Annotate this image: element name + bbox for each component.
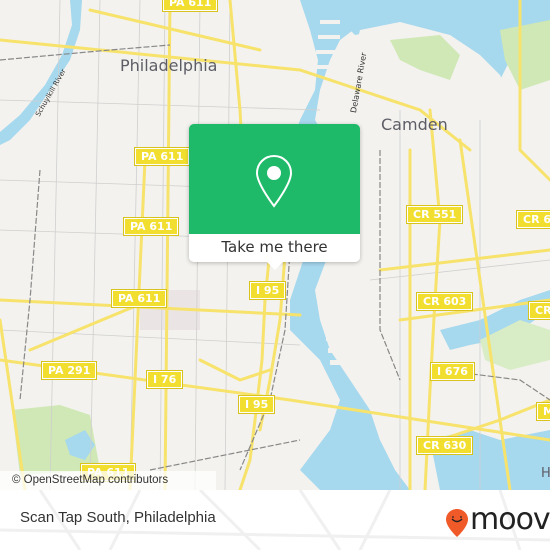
road-shield-i95: I 95 [248,281,287,300]
city-label-philadelphia: Philadelphia [120,56,218,75]
park-area [500,20,550,90]
map-pin-icon [255,154,293,208]
road-shield-pa611: PA 611 [161,0,219,12]
map-view[interactable]: Philadelphia Camden Delaware River Schuy… [0,0,550,490]
city-label-camden: Camden [381,115,448,134]
road-shield-m: M [536,402,550,421]
road-shield-cr603: CR 603 [415,292,474,311]
osm-attribution[interactable]: © OpenStreetMap contributors [0,471,216,490]
schuylkill-river-water [0,0,82,145]
take-me-there-button[interactable]: Take me there [189,234,360,262]
road-shield-cr630: CR 630 [415,436,474,455]
moovit-wordmark: moovit [470,502,550,537]
road-shield-pa611: PA 611 [122,217,180,236]
road-shield-i95: I 95 [237,395,276,414]
popup-header [189,124,360,234]
road-shield-cr60x: CR 60 [516,210,550,229]
road-shield-pa611: PA 611 [110,289,168,308]
road-shield-i676: I 676 [430,362,475,381]
destination-popup: Take me there [189,124,360,270]
road-shield-cr: CR [528,301,550,320]
moovit-logo[interactable]: moovit [420,502,550,538]
road-shield-pa291: PA 291 [40,361,98,380]
place-title: Scan Tap South, Philadelphia [20,509,216,526]
moovit-pin-icon [446,509,468,537]
popup-pointer [267,262,283,270]
map-edge-label: H [541,466,550,481]
road-shield-i76: I 76 [145,370,184,389]
road-shield-pa611: PA 611 [133,147,191,166]
road-shield-cr551: CR 551 [405,205,464,224]
